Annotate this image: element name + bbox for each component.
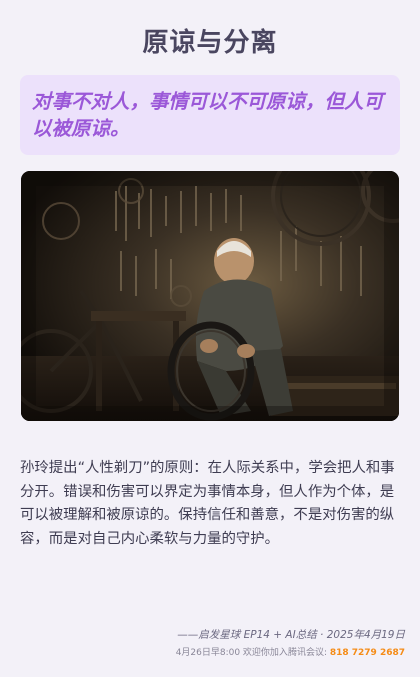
credit-line: ——启发星球 EP14 + AI总结 · 2025年4月19日 (177, 629, 405, 641)
workshop-photo (21, 171, 399, 421)
quote-text: 对事不对人，事情可以不可原谅，但人可以被原谅。 (32, 90, 384, 140)
body-paragraph: 孙玲提出“人性剃刀”的原则：在人际关系中，学会把人和事分开。错误和伤害可以界定为… (20, 460, 395, 547)
quote-callout: 对事不对人，事情可以不可原谅，但人可以被原谅。 (20, 75, 400, 155)
meeting-prefix: 4月26日早8:00 欢迎你加入腾讯会议: (175, 648, 330, 658)
meeting-number: 818 7279 2687 (329, 648, 405, 658)
meeting-info: 4月26日早8:00 欢迎你加入腾讯会议: 818 7279 2687 (176, 645, 405, 658)
page-title: 原谅与分离 (142, 28, 278, 58)
